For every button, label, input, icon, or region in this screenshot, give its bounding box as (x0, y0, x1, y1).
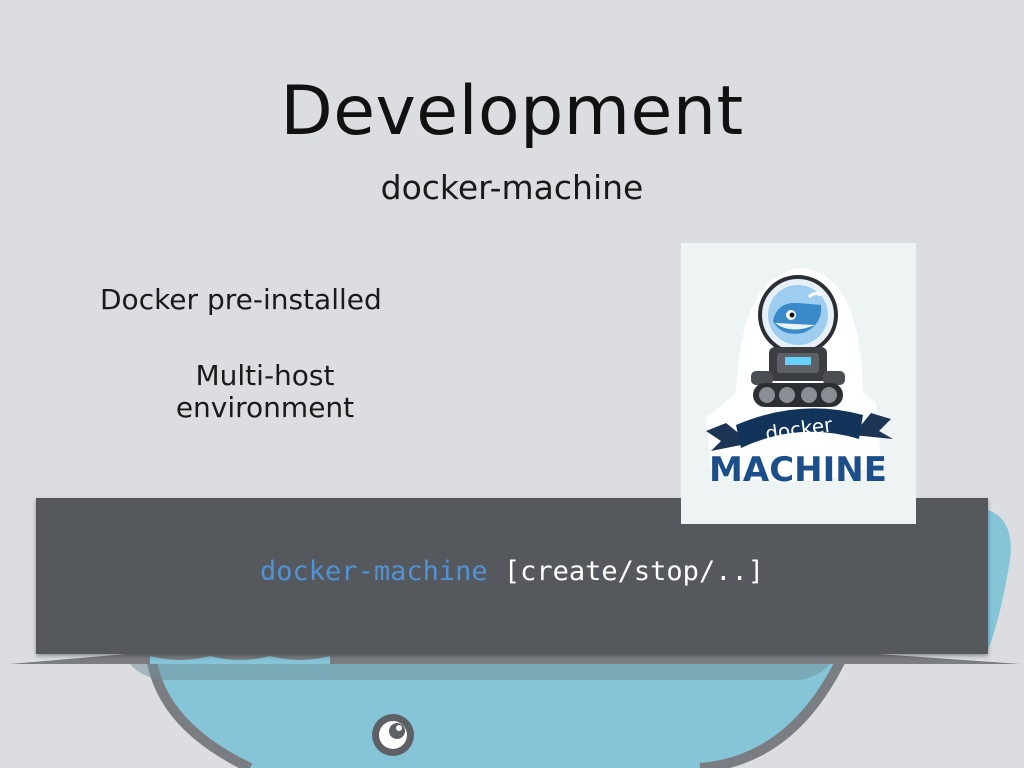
whale-eye-icon (372, 714, 414, 756)
docker-machine-logo: docker MACHINE (681, 243, 916, 524)
feature-text-preinstalled: Docker pre-installed (100, 283, 382, 316)
astronaut-helmet-icon (758, 275, 838, 355)
slide: Development docker-machine Docker pre-in… (0, 0, 1024, 768)
code-command: docker-machine (260, 556, 488, 587)
logo-wordmark-machine: MACHINE (709, 450, 887, 490)
page-subtitle: docker-machine (380, 168, 644, 207)
page-title: Development (280, 72, 744, 151)
feature-text-multihost: Multi-host environment (175, 359, 355, 424)
code-arguments: [create/stop/..] (503, 556, 764, 587)
code-line: docker-machine [create/stop/..] (36, 556, 988, 587)
